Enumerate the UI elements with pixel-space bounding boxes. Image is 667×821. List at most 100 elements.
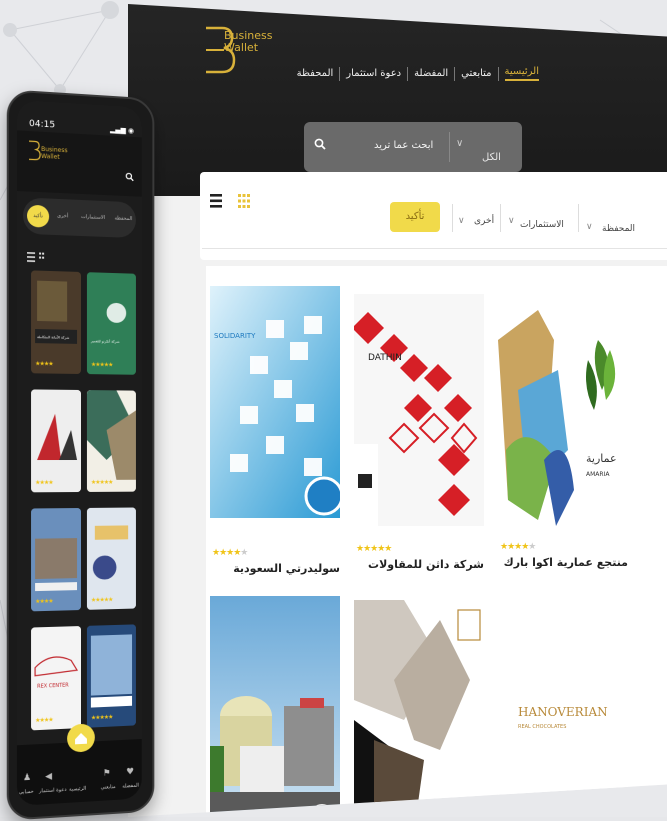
list-view-icon[interactable]	[210, 194, 222, 208]
tab-favorites[interactable]: المفضلة	[122, 783, 139, 790]
phone-listing-card[interactable]: ★★★★	[31, 508, 81, 611]
tab-investment-invite[interactable]: دعوة استثمار	[39, 787, 66, 795]
phone-listing-image: شركة الأمانة المتكاملة	[31, 270, 81, 374]
listing-image[interactable]: HANOVERIAN REAL CHOCOLATES	[498, 606, 628, 817]
search-icon[interactable]	[125, 166, 134, 185]
tab-following[interactable]: متابعتي	[101, 784, 116, 791]
nav-investment-invite[interactable]: دعوة استثمار	[346, 68, 401, 79]
search-input[interactable]: ابحث عما تريد	[374, 140, 433, 151]
phone-listing-card[interactable]: ★★★★★	[87, 390, 136, 492]
nav-divider	[407, 67, 408, 81]
user-icon[interactable]: ♟	[23, 773, 31, 784]
phone-listing-card[interactable]: شركة الأمانة المتكاملة ★★★★	[31, 270, 81, 374]
listings-grid: عمارية AMARIA ★★★★★ منتجع عمارية اكوا با…	[206, 266, 667, 817]
phone-status-time: 04:15	[29, 119, 55, 131]
filter-divider	[578, 204, 579, 232]
main-navigation: الرئيسية متابعتي المفضلة دعوة استثمار ال…	[297, 66, 539, 81]
search-bar[interactable]: ابحث عما تريد ∨ الكل	[304, 122, 522, 172]
phone-listing-card[interactable]: ★★★★★	[87, 507, 136, 609]
phone-card2-label: شركة أنكرنو للتعمير	[90, 338, 120, 344]
phone-listing-image	[31, 508, 81, 611]
star-rating: ★★★★★	[500, 542, 535, 552]
filter-underline	[202, 248, 667, 249]
dathin-label: DATHIN	[368, 353, 402, 363]
nav-following[interactable]: متابعتي	[461, 68, 491, 79]
home-icon	[67, 723, 95, 752]
phone-listing-card[interactable]: ★★★★	[31, 389, 81, 492]
web-logo-text: Business Wallet	[224, 30, 273, 54]
star-rating: ★★★★	[35, 479, 53, 486]
phone-listing-image	[31, 389, 81, 492]
solidarity-label: SOLIDARITY	[214, 332, 256, 340]
star-rating: ★★★★★	[356, 544, 391, 554]
tab-account[interactable]: حسابي	[19, 789, 34, 796]
search-icon[interactable]	[314, 135, 326, 154]
phone-listing-image: شركة أنكرنو للتعمير	[87, 272, 136, 375]
nav-favorites[interactable]: المفضلة	[414, 68, 448, 79]
view-toggle-icon[interactable]	[27, 252, 49, 263]
nav-divider	[498, 67, 499, 81]
phone-listing-image	[87, 507, 136, 609]
phone-filter-bar: تأكيد أخرى الاستثمارات المحفظة	[23, 197, 136, 238]
filter-other[interactable]: أخرى	[474, 216, 494, 226]
star-rating: ★★★★	[35, 716, 53, 724]
amaria-english-label: AMARIA	[586, 471, 610, 478]
following-icon[interactable]: ⚑	[103, 768, 111, 778]
web-header: Business Wallet الرئيسية متابعتي المفضلة…	[128, 4, 667, 196]
megaphone-icon[interactable]: ◀	[45, 772, 52, 782]
phone-listing-card[interactable]: شركة أنكرنو للتعمير ★★★★★	[87, 272, 136, 375]
phone-logo-text: Business Wallet	[41, 146, 67, 161]
star-rating: ★★★★★	[212, 548, 247, 558]
search-scope-select[interactable]: الكل	[482, 152, 501, 163]
chevron-down-icon[interactable]: ∨	[458, 216, 465, 226]
nav-wallet[interactable]: المحفظة	[297, 68, 334, 79]
solidarity-image: SOLIDARITY	[210, 286, 340, 518]
phone-card1-label: شركة الأمانة المتكاملة	[37, 334, 69, 340]
listing-image[interactable]	[354, 600, 484, 817]
nav-divider	[339, 67, 340, 81]
listing-title[interactable]: منتجع عمارية اكوا بارك	[504, 556, 628, 569]
dathin-image: DATHIN	[354, 294, 484, 526]
nav-divider	[454, 67, 455, 81]
grid-view-icon[interactable]	[238, 194, 250, 208]
filter-category[interactable]: الاستثمارات	[520, 220, 564, 230]
star-rating: ★★★★★	[91, 714, 113, 722]
star-rating: ★★★★	[35, 598, 53, 605]
star-rating: ★★★★★	[91, 596, 113, 604]
phone-filter-category[interactable]: الاستثمارات	[81, 214, 105, 221]
heart-icon[interactable]: ♥	[126, 767, 134, 777]
website-screen: Business Wallet الرئيسية متابعتي المفضلة…	[128, 4, 667, 817]
phone-listing-card[interactable]: ★★★★★	[87, 624, 136, 727]
tab-home[interactable]: الرئيسية	[69, 786, 86, 793]
phone-listing-image	[87, 390, 136, 492]
star-rating: ★★★★★	[91, 361, 113, 368]
arabic-building-image	[354, 600, 484, 817]
phone-mockup: 04:15 ▂▄▆ ◉ Business Wallet تأكيد أخرى ا…	[7, 89, 155, 820]
chevron-down-icon[interactable]: ∨	[508, 216, 515, 226]
phone-filter-wallet[interactable]: المحفظة	[114, 215, 132, 222]
chevron-down-icon[interactable]: ∨	[456, 138, 463, 149]
listing-image[interactable]: SOLIDARITY	[210, 286, 340, 518]
hanoverian-image: HANOVERIAN REAL CHOCOLATES	[498, 606, 628, 817]
filter-bar: تأكيد ∨ أخرى ∨ الاستثمارات ∨ المحفظة	[200, 172, 667, 260]
star-rating: ★★★★★	[91, 479, 113, 486]
filter-wallet[interactable]: المحفظة	[602, 224, 635, 234]
chevron-down-icon[interactable]: ∨	[586, 222, 593, 232]
listing-image[interactable]	[210, 596, 340, 817]
phone-listing-card[interactable]: REX CENTER ★★★★	[31, 626, 81, 730]
phone-screen: 04:15 ▂▄▆ ◉ Business Wallet تأكيد أخرى ا…	[17, 100, 142, 806]
listing-title[interactable]: سوليدرتي السعودية	[233, 562, 340, 575]
confirm-filter-button[interactable]: تأكيد	[390, 202, 440, 232]
phone-status-icons: ▂▄▆ ◉	[110, 126, 134, 135]
amaria-arabic-label: عمارية	[586, 452, 617, 465]
phone-filter-other[interactable]: أخرى	[57, 213, 68, 219]
phone-confirm-button[interactable]: تأكيد	[27, 205, 49, 228]
home-fab-button[interactable]	[67, 723, 95, 752]
listing-title[interactable]: شركة داثن للمقاولات	[368, 558, 484, 571]
phone-tab-bar: ♟ ◀ ⚑ ♥ حسابي دعوة استثمار الرئيسية متاب…	[17, 739, 142, 806]
listing-image[interactable]: عمارية AMARIA	[498, 300, 628, 532]
listing-image[interactable]: DATHIN	[354, 294, 484, 526]
logo-line2: Wallet	[224, 42, 273, 54]
phone-listing-image: REX CENTER	[31, 626, 81, 730]
nav-home[interactable]: الرئيسية	[505, 66, 539, 81]
